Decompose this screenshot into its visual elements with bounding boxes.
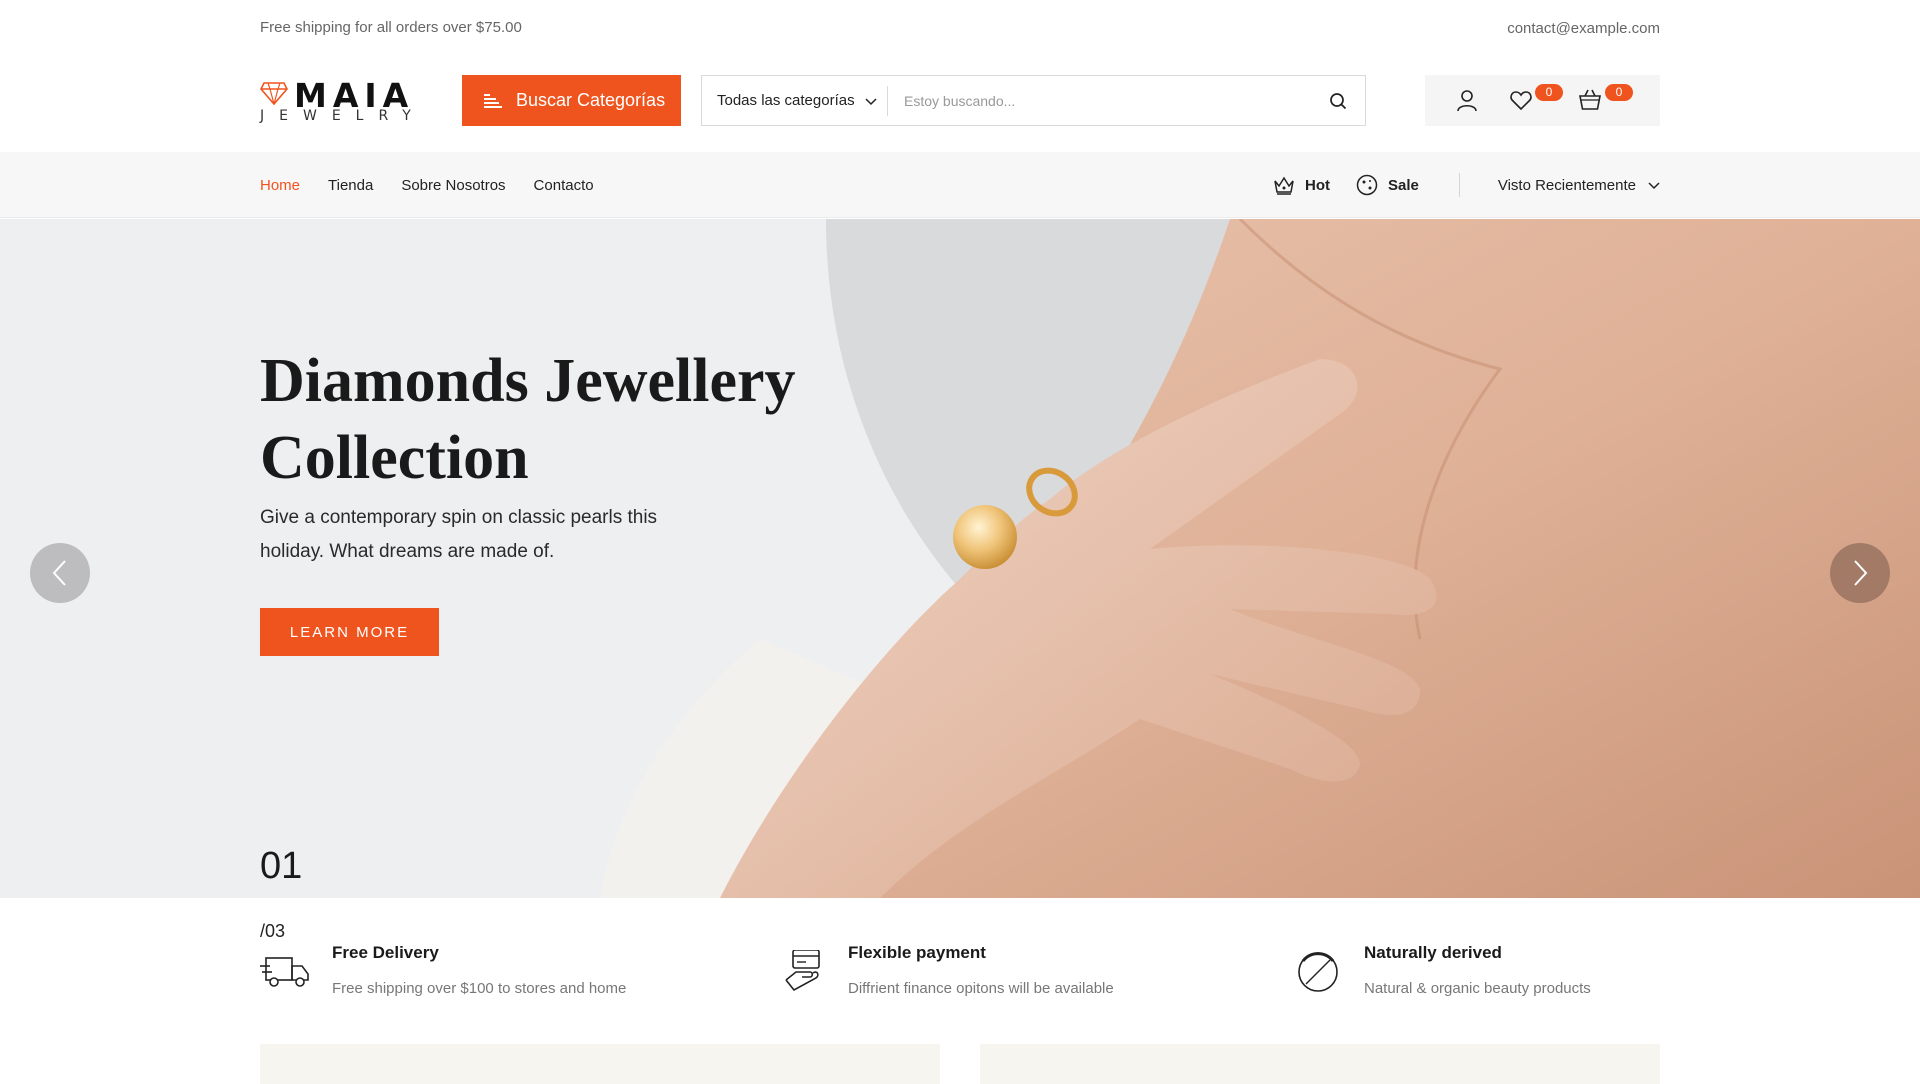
hero-subtitle: Give a contemporary spin on classic pear… xyxy=(260,507,658,562)
slider-next-button[interactable] xyxy=(1830,543,1890,603)
slide-total-number: /03 xyxy=(260,921,286,941)
chevron-right-icon xyxy=(1854,560,1868,586)
sale-label: Sale xyxy=(1388,176,1419,194)
sale-link[interactable]: Sale xyxy=(1356,174,1419,196)
category-select-value: Todas las categorías xyxy=(717,92,855,109)
feature-free-delivery: Free Delivery Free shipping over $100 to… xyxy=(260,940,710,1000)
payment-hand-icon xyxy=(785,950,820,992)
nav-link-tienda[interactable]: Tienda xyxy=(328,177,373,194)
feature-title: Flexible payment xyxy=(848,943,986,962)
promo-card-left[interactable] xyxy=(260,1044,940,1084)
24-7-support-icon xyxy=(1298,952,1338,992)
hero-slider: Diamonds Jewellery Collection Give a con… xyxy=(0,219,1920,898)
hero-title: Diamonds Jewellery Collection xyxy=(260,343,860,497)
feature-description: Natural & organic beauty products xyxy=(1364,980,1591,997)
nav-link-home[interactable]: Home xyxy=(260,177,300,194)
header: MAIA JEWELRY Buscar Categorías Todas las… xyxy=(0,58,1920,152)
chevron-down-icon xyxy=(865,97,877,105)
feature-flexible-payment: Flexible payment Diffrient finance opito… xyxy=(776,940,1226,1000)
sale-tag-icon xyxy=(1356,174,1378,196)
hero-title-line-2: Collection xyxy=(260,424,529,492)
chevron-left-icon xyxy=(52,560,66,586)
promo-card-right[interactable] xyxy=(980,1044,1660,1084)
feature-title: Naturally derived xyxy=(1364,943,1502,962)
main-navigation: Home Tienda Sobre Nosotros Contacto Hot … xyxy=(0,152,1920,218)
nav-right: Hot Sale Visto Recientemente xyxy=(1273,152,1660,218)
slide-current-number: 01 xyxy=(260,845,303,887)
feature-description: Diffrient finance opitons will be availa… xyxy=(848,980,1114,997)
feature-title: Free Delivery xyxy=(332,943,439,962)
cart-count-badge: 0 xyxy=(1605,84,1633,101)
search-divider xyxy=(887,86,888,116)
nav-link-sobre-nosotros[interactable]: Sobre Nosotros xyxy=(401,177,505,194)
learn-more-button[interactable]: LEARN MORE xyxy=(260,608,439,656)
search-bar: Todas las categorías xyxy=(701,75,1366,126)
search-input[interactable] xyxy=(904,76,1304,125)
recently-viewed-label: Visto Recientemente xyxy=(1497,176,1636,194)
browse-categories-label: Buscar Categorías xyxy=(516,90,666,110)
hot-link[interactable]: Hot xyxy=(1273,174,1330,196)
category-select[interactable]: Todas las categorías xyxy=(717,76,877,125)
nav-links: Home Tienda Sobre Nosotros Contacto xyxy=(260,152,594,218)
header-actions: 0 0 xyxy=(1425,75,1660,126)
top-bar: Free shipping for all orders over $75.00… xyxy=(0,0,1920,58)
wishlist-heart-icon[interactable] xyxy=(1509,88,1533,112)
diamond-icon xyxy=(260,82,288,105)
feature-naturally-derived: Naturally derived Natural & organic beau… xyxy=(1292,940,1742,1000)
user-account-icon[interactable] xyxy=(1455,88,1479,112)
search-icon[interactable] xyxy=(1329,92,1347,110)
delivery-truck-icon xyxy=(260,957,309,987)
feature-description: Free shipping over $100 to stores and ho… xyxy=(332,980,627,997)
crown-icon xyxy=(1274,176,1294,195)
nav-divider xyxy=(1458,173,1460,197)
hero-title-line-1: Diamonds Jewellery xyxy=(260,347,796,415)
contact-email[interactable]: contact@example.com xyxy=(1507,20,1660,37)
shipping-notice: Free shipping for all orders over $75.00 xyxy=(260,19,522,36)
hot-label: Hot xyxy=(1305,176,1330,194)
cart-basket-icon[interactable] xyxy=(1578,88,1602,112)
wishlist-count-badge: 0 xyxy=(1535,84,1563,101)
browse-categories-button[interactable]: Buscar Categorías xyxy=(462,75,681,126)
chevron-down-icon xyxy=(1648,182,1660,190)
slider-prev-button[interactable] xyxy=(30,543,90,603)
nav-link-contacto[interactable]: Contacto xyxy=(534,177,594,194)
logo[interactable]: MAIA JEWELRY xyxy=(260,76,411,126)
recently-viewed-dropdown[interactable]: Visto Recientemente xyxy=(1498,177,1660,194)
logo-tagline: JEWELRY xyxy=(260,108,426,124)
menu-lines-icon xyxy=(484,93,502,108)
